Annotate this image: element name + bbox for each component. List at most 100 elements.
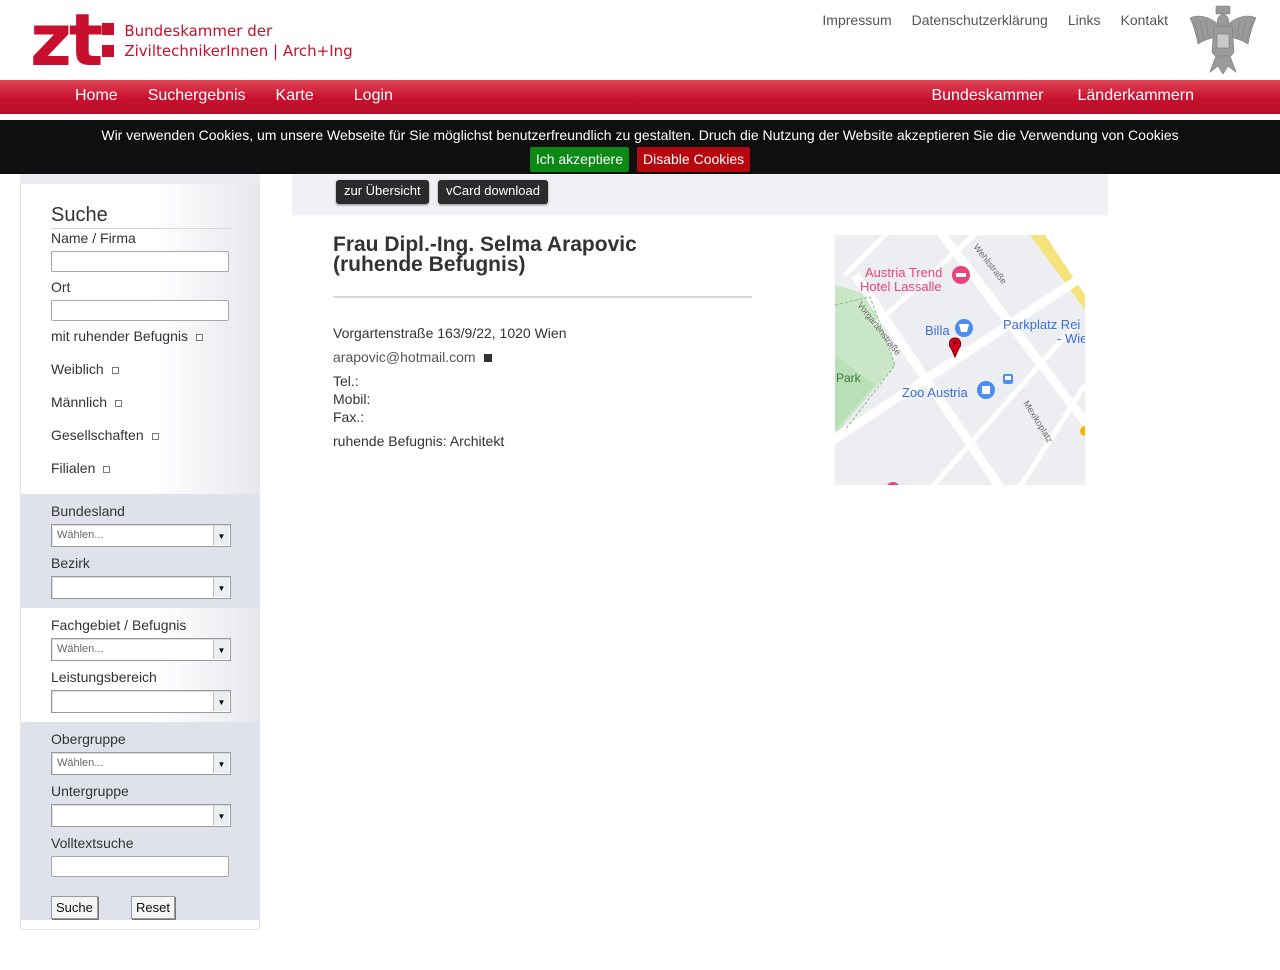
nav-suchergebnis[interactable]: Suchergebnis <box>148 87 246 105</box>
main-navbar: Home Suchergebnis Karte Login Bundeskamm… <box>0 80 1280 114</box>
name-label: Name / Firma <box>51 230 136 246</box>
site-header: zt Bundeskammer der ZiviltechnikerInnen … <box>0 0 1280 80</box>
detail-toolbar: zur Übersicht vCard download <box>292 174 1108 215</box>
bundesland-select[interactable]: Wählen... ▼ <box>51 524 231 547</box>
top-link-kontakt[interactable]: Kontakt <box>1121 12 1168 28</box>
tel-label: Tel.: <box>333 373 359 389</box>
person-status: ruhende Befugnis: Architekt <box>333 433 505 449</box>
map-label-hotel-2: Hotel Lassalle <box>860 279 942 294</box>
site-logo[interactable]: zt Bundeskammer der ZiviltechnikerInnen … <box>30 0 353 82</box>
logo-text: Bundeskammer der ZiviltechnikerInnen | A… <box>124 21 352 61</box>
map-label-hotel-1: Austria Trend <box>865 265 942 280</box>
nav-laenderkammern[interactable]: Länderkammern <box>1078 87 1195 105</box>
fachgebiet-value: Wählen... <box>57 643 104 655</box>
person-address: Vorgartenstraße 163/9/22, 1020 Wien <box>333 325 567 341</box>
maennlich-checkbox[interactable] <box>115 399 123 407</box>
volltext-label: Volltextsuche <box>51 835 134 851</box>
obergruppe-value: Wählen... <box>57 757 104 769</box>
sidebar-section-location: Bundesland Wählen... ▼ Bezirk ▼ <box>21 494 259 608</box>
nav-home[interactable]: Home <box>75 87 118 105</box>
name-divider <box>333 296 752 298</box>
leistung-select[interactable]: ▼ <box>51 690 231 713</box>
chevron-down-icon[interactable]: ▼ <box>213 754 229 773</box>
mobil-label: Mobil: <box>333 391 371 407</box>
weiblich-option[interactable]: Weiblich <box>51 361 119 377</box>
weiblich-checkbox[interactable] <box>111 366 119 374</box>
untergruppe-label: Untergruppe <box>51 783 129 799</box>
name-input[interactable] <box>51 251 229 272</box>
logo-line-1: Bundeskammer der <box>124 22 273 40</box>
fax-label: Fax.: <box>333 409 365 425</box>
filialen-label: Filialen <box>51 460 96 476</box>
obergruppe-label: Obergruppe <box>51 731 126 747</box>
top-links: Impressum Datenschutzerklärung Links Kon… <box>822 12 1168 28</box>
nav-bundeskammer[interactable]: Bundeskammer <box>931 87 1043 105</box>
map-label-park: Park <box>836 371 862 385</box>
chevron-down-icon[interactable]: ▼ <box>213 640 229 659</box>
bundesland-value: Wählen... <box>57 529 104 541</box>
gesellschaften-checkbox[interactable] <box>151 432 159 440</box>
leistung-label: Leistungsbereich <box>51 669 157 685</box>
gesellschaften-label: Gesellschaften <box>51 427 144 443</box>
top-link-datenschutz[interactable]: Datenschutzerklärung <box>912 12 1048 28</box>
filialen-checkbox[interactable] <box>103 465 111 473</box>
ruhend-checkbox[interactable] <box>195 333 203 341</box>
reset-button[interactable]: Reset <box>131 896 175 919</box>
cookie-buttons: Ich akzeptiere Disable Cookies <box>0 147 1280 172</box>
location-map[interactable]: Vorgartenstraße Wehlistraße Mexikoplatz … <box>835 235 1085 485</box>
cookie-accept-button[interactable]: Ich akzeptiere <box>529 147 629 172</box>
volltext-input[interactable] <box>51 856 229 877</box>
person-name: Frau Dipl.-Ing. Selma Arapovic (ruhende … <box>333 233 753 276</box>
overview-button[interactable]: zur Übersicht <box>336 180 429 204</box>
top-link-links[interactable]: Links <box>1068 12 1101 28</box>
chevron-down-icon[interactable]: ▼ <box>213 692 229 711</box>
map-label-parkplatz-2: - Wie <box>1057 331 1085 346</box>
coat-of-arms-eagle-icon <box>1189 5 1257 75</box>
sidebar-section-basic: Suche Name / Firma Ort mit ruhender Befu… <box>21 184 259 494</box>
gesellschaften-option[interactable]: Gesellschaften <box>51 427 159 443</box>
weiblich-label: Weiblich <box>51 361 104 377</box>
fachgebiet-label: Fachgebiet / Befugnis <box>51 617 187 633</box>
sidebar-section-group: Obergruppe Wählen... ▼ Untergruppe ▼ Voll… <box>21 722 259 920</box>
cookie-disable-button[interactable]: Disable Cookies <box>637 147 751 172</box>
logo-colon <box>102 23 115 57</box>
maennlich-label: Männlich <box>51 394 108 410</box>
bezirk-label: Bezirk <box>51 555 90 571</box>
cookie-banner: Wir verwenden Cookies, um unsere Webseit… <box>0 120 1280 174</box>
cookie-text: Wir verwenden Cookies, um unsere Webseit… <box>101 127 1179 143</box>
map-label-parkplatz-1: Parkplatz Rei <box>1003 317 1080 332</box>
nav-right: Bundeskammer Länderkammern <box>931 87 1194 105</box>
top-link-impressum[interactable]: Impressum <box>822 12 891 28</box>
sidebar-title: Suche <box>51 204 231 229</box>
person-name-line-2: (ruhende Befugnis) <box>333 253 526 276</box>
chevron-down-icon[interactable]: ▼ <box>213 806 229 825</box>
person-email-row: arapovic@hotmail.com <box>333 349 492 365</box>
ruhend-option[interactable]: mit ruhender Befugnis <box>51 328 203 344</box>
bezirk-select[interactable]: ▼ <box>51 576 231 599</box>
search-button[interactable]: Suche <box>51 896 98 919</box>
search-sidebar: Suche Name / Firma Ort mit ruhender Befu… <box>20 174 260 930</box>
map-label-zoo: Zoo Austria <box>902 385 969 400</box>
untergruppe-select[interactable]: ▼ <box>51 804 231 827</box>
fachgebiet-select[interactable]: Wählen... ▼ <box>51 638 231 661</box>
filialen-option[interactable]: Filialen <box>51 460 111 476</box>
maennlich-option[interactable]: Männlich <box>51 394 123 410</box>
logo-line-2: ZiviltechnikerInnen | Arch+Ing <box>124 42 353 60</box>
obergruppe-select[interactable]: Wählen... ▼ <box>51 752 231 775</box>
bundesland-label: Bundesland <box>51 503 125 519</box>
chevron-down-icon[interactable]: ▼ <box>213 526 229 545</box>
ort-label: Ort <box>51 279 71 295</box>
ort-input[interactable] <box>51 300 229 321</box>
person-name-line-1: Frau Dipl.-Ing. Selma Arapovic <box>333 233 637 256</box>
logo-mark: zt <box>30 0 103 82</box>
chevron-down-icon[interactable]: ▼ <box>213 578 229 597</box>
nav-login[interactable]: Login <box>354 87 393 105</box>
person-email-link[interactable]: arapovic@hotmail.com <box>333 349 476 365</box>
sidebar-section-field: Fachgebiet / Befugnis Wählen... ▼ Leistun… <box>21 608 259 722</box>
ruhend-label: mit ruhender Befugnis <box>51 328 188 344</box>
map-canvas[interactable]: Vorgartenstraße Wehlistraße Mexikoplatz … <box>835 235 1085 485</box>
map-label-billa: Billa <box>925 323 950 338</box>
email-icon[interactable] <box>483 354 492 363</box>
vcard-download-button[interactable]: vCard download <box>438 180 548 204</box>
nav-karte[interactable]: Karte <box>276 87 314 105</box>
